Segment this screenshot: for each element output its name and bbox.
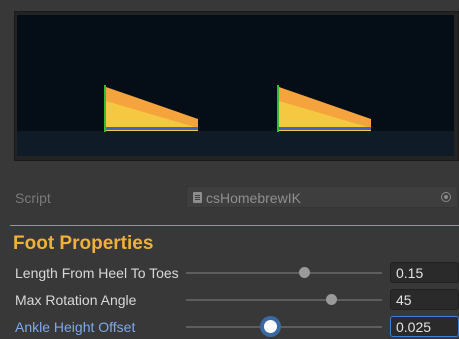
section-divider <box>10 225 459 226</box>
property-row-length-from-heel-to-toes: Length From Heel To Toes 0.15 <box>0 261 459 285</box>
property-row-max-rotation-angle: Max Rotation Angle 45 <box>0 288 459 312</box>
foot-ankle-green <box>277 85 279 132</box>
object-picker-target-icon[interactable] <box>441 192 451 202</box>
slider-thumb[interactable] <box>326 294 338 305</box>
preview-ground <box>17 131 454 156</box>
script-label: Script <box>15 190 51 206</box>
property-value-field[interactable]: 0.025 <box>390 316 459 337</box>
slider-thumb[interactable] <box>264 320 278 333</box>
foot-sole-blue <box>279 127 371 130</box>
foot-preview-viewport <box>17 15 454 156</box>
property-label: Ankle Height Offset <box>15 319 136 335</box>
property-value-field[interactable]: 0.15 <box>390 262 459 283</box>
property-slider[interactable] <box>186 320 382 333</box>
property-row-ankle-height-offset: Ankle Height Offset 0.025 <box>0 315 459 339</box>
foot-ankle-green <box>104 85 106 132</box>
script-name: csHomebrewIK <box>206 190 301 206</box>
slider-thumb[interactable] <box>298 267 310 278</box>
script-reference-field[interactable]: csHomebrewIK <box>186 186 458 208</box>
script-file-icon <box>193 192 202 203</box>
property-value-field[interactable]: 45 <box>390 289 459 310</box>
property-label: Max Rotation Angle <box>15 292 137 308</box>
property-label: Length From Heel To Toes <box>15 265 179 281</box>
foot-sole-blue <box>106 127 198 130</box>
property-slider[interactable] <box>186 267 382 278</box>
property-slider[interactable] <box>186 294 382 305</box>
foot-gizmo-left <box>104 85 198 132</box>
script-row: Script csHomebrewIK <box>0 186 459 210</box>
foot-gizmo-right <box>277 85 371 132</box>
section-title: Foot Properties <box>13 233 154 254</box>
